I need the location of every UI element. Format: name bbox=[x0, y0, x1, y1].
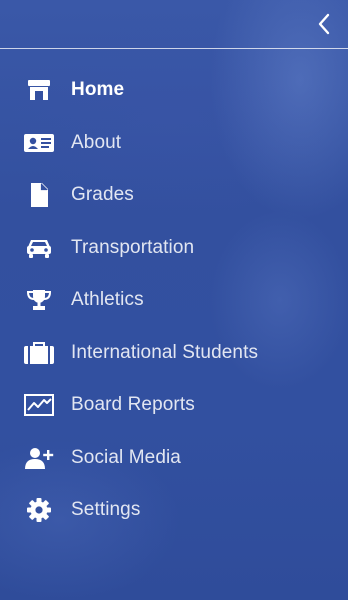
menu-item-home[interactable]: Home bbox=[0, 64, 348, 117]
chevron-left-icon bbox=[318, 13, 330, 35]
add-user-icon bbox=[22, 444, 56, 472]
menu-item-label: Transportation bbox=[71, 236, 195, 258]
line-chart-icon bbox=[22, 391, 56, 419]
menu-item-label: International Students bbox=[71, 341, 259, 363]
menu-item-athletics[interactable]: Athletics bbox=[0, 274, 348, 327]
main-menu: Home About Grades Transportation Athleti… bbox=[0, 64, 348, 537]
menu-item-label: Grades bbox=[71, 184, 134, 206]
gear-icon bbox=[22, 496, 56, 524]
menu-item-label: Settings bbox=[71, 499, 141, 521]
document-icon bbox=[22, 181, 56, 209]
suitcase-icon bbox=[22, 339, 56, 367]
menu-item-label: Athletics bbox=[71, 289, 144, 311]
menu-item-social-media[interactable]: Social Media bbox=[0, 432, 348, 485]
trophy-icon bbox=[22, 286, 56, 314]
store-icon bbox=[22, 76, 56, 104]
menu-item-label: About bbox=[71, 131, 122, 153]
close-drawer-button[interactable] bbox=[310, 10, 338, 38]
menu-item-international-students[interactable]: International Students bbox=[0, 327, 348, 380]
menu-item-label: Social Media bbox=[71, 446, 181, 468]
navigation-drawer: Home About Grades Transportation Athleti… bbox=[0, 0, 348, 600]
menu-item-label: Board Reports bbox=[71, 394, 195, 416]
menu-item-transportation[interactable]: Transportation bbox=[0, 222, 348, 275]
menu-item-about[interactable]: About bbox=[0, 117, 348, 170]
drawer-header bbox=[0, 0, 348, 49]
id-card-icon bbox=[22, 129, 56, 157]
menu-item-settings[interactable]: Settings bbox=[0, 484, 348, 537]
menu-item-grades[interactable]: Grades bbox=[0, 169, 348, 222]
menu-item-label: Home bbox=[71, 79, 125, 101]
menu-item-board-reports[interactable]: Board Reports bbox=[0, 379, 348, 432]
car-icon bbox=[22, 234, 56, 262]
